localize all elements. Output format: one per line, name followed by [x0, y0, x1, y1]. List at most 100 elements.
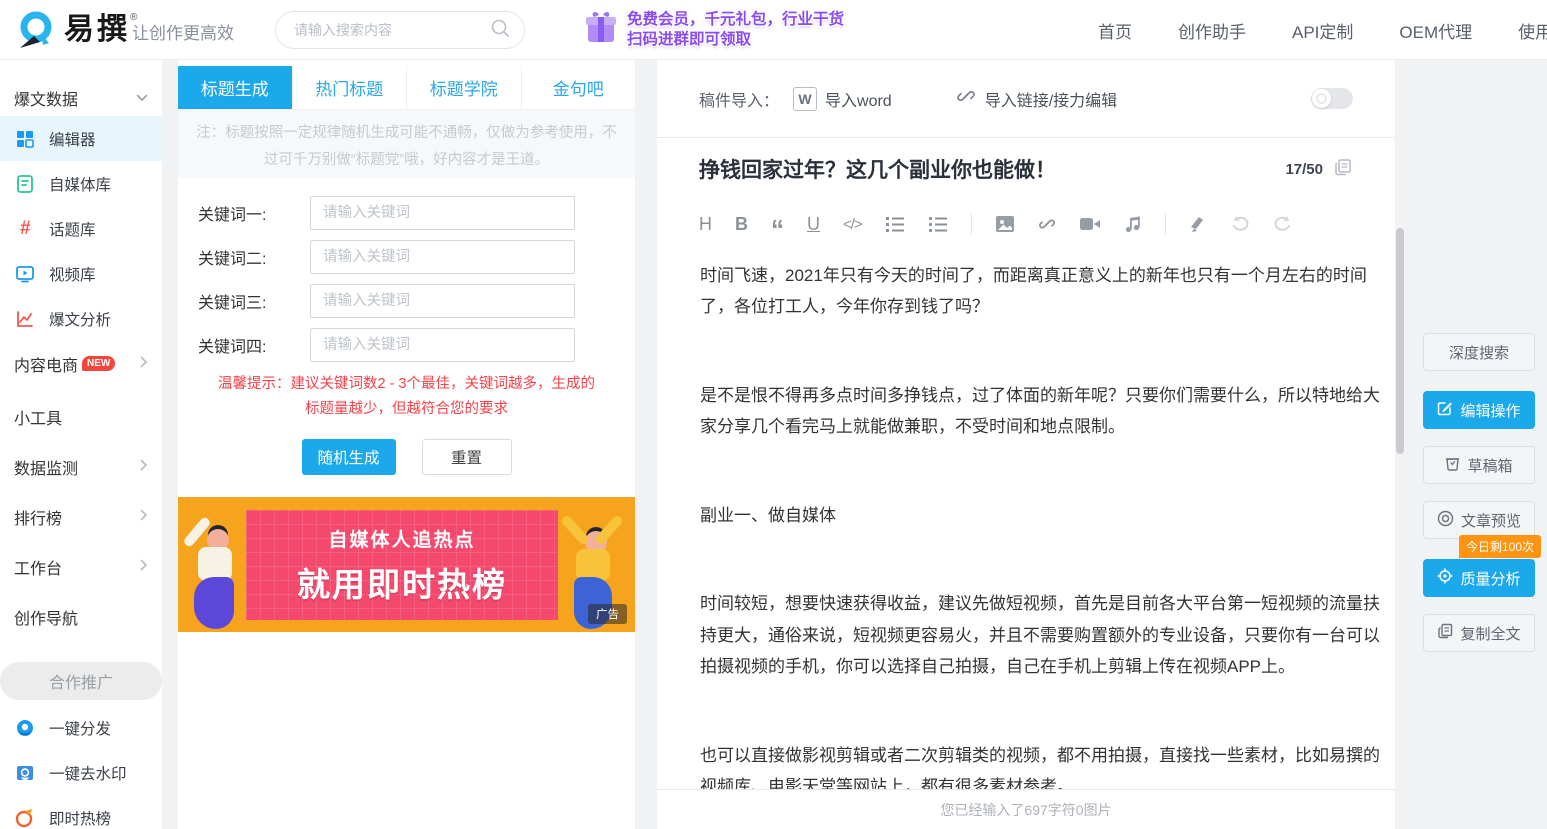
article-body[interactable]: 时间飞速，2021年只有今天的时间了，而距离真正意义上的新年也只有一个月左右的时… — [657, 248, 1395, 829]
copy-title-icon[interactable] — [1333, 157, 1353, 182]
keyword-label-2: 关键词二: — [198, 245, 310, 269]
editor-status-bar: 您已经输入了697字符0图片 — [657, 789, 1395, 829]
promo-banner[interactable]: 免费会员，千元礼包，行业干货 扫码进群即可领取 — [583, 8, 844, 51]
sidebar-item-remove-watermark[interactable]: 一键去水印 — [0, 750, 162, 795]
sidebar-item-data-monitor[interactable]: 数据监测 — [0, 444, 162, 489]
nav-creation-assistant[interactable]: 创作助手 — [1178, 18, 1246, 43]
ad-line-1: 自媒体人追热点 — [328, 525, 475, 552]
tab-hot-titles[interactable]: 热门标题 — [293, 66, 408, 109]
video-icon[interactable] — [1079, 216, 1101, 232]
paragraph[interactable]: 时间飞速，2021年只有今天的时间了，而距离真正意义上的新年也只有一个月左右的时… — [700, 260, 1387, 323]
tagline: 让创作更高效 — [132, 19, 234, 44]
chevron-right-icon — [140, 355, 148, 373]
keyword-input-1[interactable] — [310, 196, 575, 230]
music-icon[interactable] — [1124, 215, 1142, 233]
document-icon — [14, 173, 36, 195]
editor-import-bar: 稿件导入： W 导入word 导入链接/接力编辑 — [657, 60, 1395, 138]
code-icon[interactable]: </> — [843, 217, 862, 232]
quality-analysis-button[interactable]: 质量分析 — [1423, 559, 1535, 597]
editor-scrollbar[interactable] — [1396, 228, 1404, 454]
article-title-input[interactable]: 挣钱回家过年？这几个副业你也能做！ — [699, 154, 1285, 184]
ordered-list-icon[interactable] — [885, 215, 905, 233]
nav-api[interactable]: API定制 — [1292, 18, 1353, 43]
sidebar-item-label: 视频库 — [49, 263, 96, 285]
eye-icon — [1437, 510, 1454, 531]
sidebar-group-hot-data[interactable]: 爆文数据 — [0, 80, 162, 116]
generate-button[interactable]: 随机生成 — [302, 439, 396, 475]
keyword-tip: 温馨提示：建议关键词数2 - 3个最佳，关键词越多，生成的标题量越少，但越符合您… — [198, 372, 615, 423]
keyword-label-1: 关键词一: — [198, 201, 310, 225]
unordered-list-icon[interactable] — [928, 215, 948, 233]
link-icon[interactable] — [1038, 215, 1056, 233]
sidebar-item-creation-nav[interactable]: 创作导航 — [0, 594, 162, 639]
article-editor: 稿件导入： W 导入word 导入链接/接力编辑 挣钱回家过年？这几个副业你也能… — [657, 60, 1395, 829]
sidebar-item-realtime-hotlist[interactable]: 即时热榜 — [0, 795, 162, 829]
video-screen-icon — [14, 263, 36, 285]
drafts-button[interactable]: 草稿箱 — [1423, 446, 1535, 484]
nav-home[interactable]: 首页 — [1098, 18, 1132, 43]
search-input[interactable] — [294, 22, 490, 38]
chevron-right-icon — [140, 458, 148, 476]
paragraph[interactable]: 副业一、做自媒体 — [700, 500, 1387, 531]
left-sidebar: 爆文数据 编辑器 — [0, 60, 162, 829]
keyword-input-3[interactable] — [310, 284, 575, 318]
keyword-input-4[interactable] — [310, 328, 575, 362]
sidebar-item-label: 小工具 — [14, 405, 62, 429]
deep-search-button[interactable]: 深度搜索 — [1423, 333, 1535, 371]
sidebar-item-tools[interactable]: 小工具 — [0, 394, 162, 439]
ad-figure-left — [184, 507, 254, 627]
logo[interactable]: 易撰 ® — [14, 8, 137, 57]
redo-icon[interactable] — [1273, 215, 1293, 233]
import-label: 稿件导入： — [699, 87, 779, 111]
sidebar-item-label: 编辑器 — [49, 128, 96, 150]
keyword-row-4: 关键词四: — [198, 328, 615, 362]
keyword-input-2[interactable] — [310, 240, 575, 274]
underline-icon[interactable]: U — [807, 215, 820, 233]
keyword-row-3: 关键词三: — [198, 284, 615, 318]
sidebar-item-label: 数据监测 — [14, 455, 78, 479]
tab-title-academy[interactable]: 标题学院 — [407, 66, 522, 109]
brush-icon[interactable] — [1189, 215, 1207, 233]
reset-button[interactable]: 重置 — [422, 439, 512, 475]
nav-oem[interactable]: OEM代理 — [1399, 18, 1472, 43]
sidebar-item-one-key-dispatch[interactable]: 一键分发 — [0, 705, 162, 750]
promo-line-2: 扫码进群即可领取 — [627, 30, 844, 49]
gift-icon — [583, 8, 619, 51]
sidebar-item-workbench[interactable]: 工作台 — [0, 544, 162, 589]
tab-title-generate[interactable]: 标题生成 — [178, 66, 293, 109]
hotlist-flame-icon — [14, 807, 36, 829]
mode-toggle[interactable] — [1311, 88, 1353, 109]
editor-toolbar: H B “ U </> — [657, 200, 1395, 248]
sidebar-item-video-library[interactable]: 视频库 — [0, 251, 162, 296]
import-word-button[interactable]: W 导入word — [779, 87, 892, 111]
sidebar-item-topic-library[interactable]: # 话题库 — [0, 206, 162, 251]
nav-help-truncated[interactable]: 使用 — [1518, 18, 1547, 43]
edit-operations-button[interactable]: 编辑操作 — [1423, 391, 1535, 429]
sidebar-item-media-library[interactable]: 自媒体库 — [0, 161, 162, 206]
title-char-counter: 17/50 — [1285, 161, 1323, 178]
image-icon[interactable] — [995, 215, 1015, 233]
heading-icon[interactable]: H — [699, 215, 712, 233]
ad-red-board: 自媒体人追热点 就用即时热榜 — [246, 510, 558, 620]
partner-section-header: 合作推广 — [0, 662, 162, 700]
sidebar-item-content-ecommerce[interactable]: 内容电商 NEW — [0, 341, 162, 386]
ad-banner[interactable]: 自媒体人追热点 就用即时热榜 广告 — [178, 497, 635, 632]
sidebar-item-hot-analysis[interactable]: 爆文分析 — [0, 296, 162, 341]
article-preview-button[interactable]: 文章预览 — [1423, 501, 1535, 539]
keyword-row-1: 关键词一: — [198, 196, 615, 230]
quote-icon[interactable]: “ — [771, 224, 784, 234]
sidebar-item-editor[interactable]: 编辑器 — [0, 116, 162, 161]
sidebar-item-label: 一键去水印 — [49, 762, 127, 784]
sidebar-item-rankings[interactable]: 排行榜 — [0, 494, 162, 539]
paragraph[interactable]: 时间较短，想要快速获得收益，建议先做短视频，首先是目前各大平台第一短视频的流量扶… — [700, 588, 1387, 682]
quality-analysis-label: 质量分析 — [1460, 568, 1520, 589]
sidebar-group-label: 爆文数据 — [14, 86, 78, 110]
paragraph[interactable]: 是不是恨不得再多点时间多挣钱点，过了体面的新年呢？只要你们需要什么，所以特地给大… — [700, 380, 1387, 443]
import-link-button[interactable]: 导入链接/接力编辑 — [956, 86, 1117, 111]
import-link-label: 导入链接/接力编辑 — [985, 87, 1117, 111]
tab-golden-quotes[interactable]: 金句吧 — [522, 66, 636, 109]
search-icon[interactable] — [490, 18, 510, 43]
copy-all-button[interactable]: 复制全文 — [1423, 614, 1535, 652]
undo-icon[interactable] — [1230, 215, 1250, 233]
bold-icon[interactable]: B — [735, 215, 748, 233]
